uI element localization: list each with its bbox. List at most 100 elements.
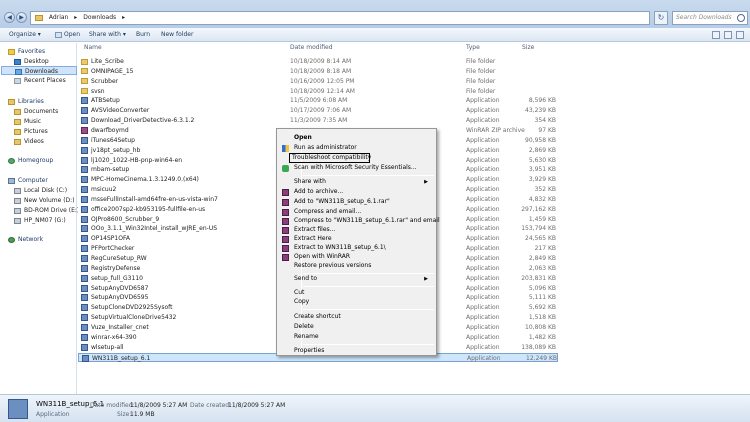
file-size: 8,596 KB (528, 97, 556, 105)
file-name-text: svsn (91, 87, 105, 95)
menu-open[interactable]: Open (279, 133, 434, 143)
nav-local-disk[interactable]: Local Disk (C:) (14, 186, 67, 195)
file-name: RegistryDefense (81, 264, 286, 274)
nav-videos[interactable]: Videos (14, 137, 44, 146)
menu-copy[interactable]: Copy (279, 297, 434, 307)
file-name-text: Download_DriverDetective-6.3.1.2 (91, 117, 195, 125)
file-name: office2007sp2-kb953195-fullfile-en-us (81, 205, 286, 215)
nav-favorites[interactable]: Favorites (8, 47, 45, 56)
file-row[interactable]: OMNIPAGE_15 10/18/2009 8:18 AM File folder (78, 67, 558, 77)
nav-label: Computer (18, 177, 48, 184)
share-with-button[interactable]: Share with ▾ (86, 30, 129, 40)
refresh-icon[interactable]: ↻ (654, 11, 668, 25)
views-icon[interactable] (712, 31, 720, 39)
file-name-text: setup_full_G3110 (91, 274, 143, 282)
nav-pictures[interactable]: Pictures (14, 127, 48, 136)
menu-create-shortcut[interactable]: Create shortcut (279, 312, 434, 322)
column-header-type[interactable]: Type (466, 43, 480, 53)
file-name-text: OJPro8600_Scrubber_9 (91, 215, 160, 223)
menu-add-to-rar[interactable]: Add to "WN311B_setup_6.1.rar" (279, 197, 434, 207)
security-essentials-icon (282, 165, 289, 172)
file-name: Vuze_Installer_cnet (81, 323, 286, 333)
file-size: 352 KB (534, 186, 556, 194)
nav-new-volume[interactable]: New Volume (D:) (14, 196, 75, 205)
file-name: jv18pt_setup_hb (81, 146, 286, 156)
application-icon (81, 186, 88, 194)
file-size: 217 KB (534, 245, 556, 253)
breadcrumb-separator[interactable]: ▸ (74, 14, 77, 21)
menu-add-to-archive[interactable]: Add to archive... (279, 187, 434, 197)
nav-network[interactable]: Network (8, 235, 43, 244)
nav-music[interactable]: Music (14, 117, 41, 126)
application-icon (81, 156, 88, 164)
file-row[interactable]: Lite_Scribe 10/18/2009 8:14 AM File folder (78, 57, 558, 67)
back-button[interactable]: ◀ (4, 12, 15, 23)
file-size: 354 KB (534, 117, 556, 125)
help-icon[interactable] (736, 31, 744, 39)
nav-bd-rom[interactable]: BD-ROM Drive (E:) L (14, 206, 85, 215)
music-icon (14, 118, 21, 125)
address-bar[interactable]: Adrian ▸ Downloads ▸ (30, 11, 650, 25)
breadcrumb-separator[interactable]: ▸ (122, 14, 125, 21)
nav-downloads[interactable]: Downloads (1, 66, 77, 75)
nav-recent-places[interactable]: Recent Places (14, 76, 66, 85)
column-header-size[interactable]: Size (522, 43, 534, 53)
nav-label: New Volume (D:) (24, 197, 75, 204)
file-size: 153,794 KB (521, 225, 556, 233)
nav-homegroup[interactable]: Homegroup (8, 156, 53, 165)
details-file-type: Application (36, 411, 70, 418)
winrar-icon (282, 218, 289, 225)
column-header-date[interactable]: Date modified (290, 43, 333, 53)
file-size: 297,162 KB (521, 205, 556, 213)
nav-label: Recent Places (24, 77, 66, 84)
nav-libraries[interactable]: Libraries (8, 97, 44, 106)
new-folder-button[interactable]: New folder (158, 30, 196, 40)
file-size: 4,832 KB (528, 195, 556, 203)
view-controls (708, 31, 744, 41)
menu-share-with[interactable]: Share with ▶ (279, 177, 434, 187)
folder-icon (81, 78, 88, 85)
file-row[interactable]: AVSVideoConverter 10/17/2009 7:06 AM Appli… (78, 106, 558, 116)
forward-button[interactable]: ▶ (16, 12, 27, 23)
menu-run-as-admin[interactable]: Run as administrator (279, 143, 434, 153)
breadcrumb-downloads[interactable]: Downloads (83, 14, 116, 21)
file-size: 3,929 KB (528, 176, 556, 184)
organize-button[interactable]: Organize ▾ (6, 30, 44, 40)
application-icon (81, 97, 88, 105)
nav-label: Desktop (24, 58, 49, 65)
file-name: SetupAnyDVD6595 (81, 293, 286, 303)
preview-pane-icon[interactable] (724, 31, 732, 39)
search-input[interactable]: Search Downloads (672, 11, 748, 25)
file-name-text: AVSVideoConverter (91, 107, 150, 115)
search-placeholder: Search Downloads (676, 14, 732, 21)
menu-delete[interactable]: Delete (279, 322, 434, 332)
nav-documents[interactable]: Documents (14, 107, 58, 116)
menu-restore-previous[interactable]: Restore previous versions (279, 261, 434, 271)
application-icon (81, 166, 88, 174)
breadcrumb-adrian[interactable]: Adrian (49, 14, 68, 21)
menu-separator (303, 175, 434, 176)
menu-troubleshoot-compatibility[interactable]: Troubleshoot compatibility (289, 153, 371, 163)
nav-computer[interactable]: Computer (8, 176, 48, 185)
file-name: AVSVideoConverter (81, 106, 286, 116)
nav-label: Network (18, 236, 44, 243)
menu-scan-mse[interactable]: Scan with Microsoft Security Essentials.… (279, 163, 434, 173)
application-icon (81, 107, 88, 115)
file-row[interactable]: Scrubber 10/16/2009 12:05 PM File folder (78, 77, 558, 87)
menu-send-to[interactable]: Send to ▶ (279, 274, 434, 284)
file-size: 3,951 KB (528, 166, 556, 174)
nav-desktop[interactable]: Desktop (14, 57, 49, 66)
menu-properties[interactable]: Properties (279, 346, 434, 356)
nav-hp-drive[interactable]: HP_NM07 (G:) (14, 216, 66, 225)
file-row[interactable]: ATBSetup 11/5/2009 6:08 AM Application 8,59… (78, 96, 558, 106)
file-name: SetupAnyDVD6587 (81, 284, 286, 294)
file-name-text: ATBSetup (91, 97, 120, 105)
drive-icon (14, 217, 21, 224)
open-button[interactable]: Open (52, 30, 83, 40)
file-row[interactable]: svsn 10/18/2009 12:14 AM File folder (78, 87, 558, 97)
column-header-name[interactable]: Name (84, 43, 102, 53)
burn-button[interactable]: Burn (133, 30, 153, 40)
file-name: svsn (81, 87, 286, 97)
file-row[interactable]: Download_DriverDetective-6.3.1.2 11/3/200… (78, 116, 558, 126)
menu-rename[interactable]: Rename (279, 332, 434, 342)
